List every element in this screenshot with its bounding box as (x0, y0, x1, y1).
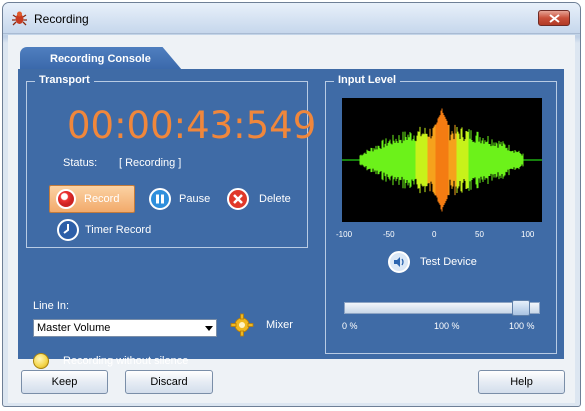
clock-icon (57, 219, 79, 241)
scale-label-2: 0 (432, 230, 437, 239)
mixer-button[interactable]: Mixer (230, 313, 300, 339)
timer-record-button[interactable]: Timer Record (57, 217, 167, 243)
status-value: [ Recording ] (119, 157, 182, 169)
client-area: Recording Console Transport 00:00:43:549… (8, 35, 575, 403)
test-device-button[interactable]: Test Device (388, 250, 498, 276)
scale-label-4: 100 (521, 230, 535, 239)
scale-label-0: -100 (336, 230, 353, 239)
chevron-down-icon (205, 326, 213, 331)
input-level-slider[interactable] (344, 300, 540, 316)
pause-label: Pause (179, 193, 211, 205)
silence-label: Recording without silence (63, 355, 189, 367)
slider-label-max: 100 % (509, 321, 535, 331)
pause-button[interactable]: Pause (147, 185, 217, 213)
tab-recording-console[interactable]: Recording Console (20, 47, 182, 70)
record-button[interactable]: Record (49, 185, 135, 213)
test-device-label: Test Device (420, 256, 477, 268)
close-button[interactable] (538, 10, 570, 26)
record-label: Record (84, 193, 120, 205)
elapsed-timer: 00:00:43:549 (67, 104, 317, 147)
scale-label-1: -50 (383, 230, 395, 239)
bug-icon (12, 11, 27, 26)
keep-button[interactable]: Keep (21, 370, 108, 394)
delete-label: Delete (259, 193, 291, 205)
slider-label-min: 0 % (342, 321, 358, 331)
mixer-label: Mixer (266, 319, 293, 331)
help-button[interactable]: Help (478, 370, 565, 394)
pause-icon (149, 188, 171, 210)
input-level-title: Input Level (334, 74, 401, 86)
line-in-label: Line In: (33, 300, 70, 312)
title-bar[interactable]: Recording (3, 3, 580, 34)
tab-label: Recording Console (50, 53, 151, 65)
delete-icon (227, 188, 249, 210)
recording-window: Recording Recording Console Transport 00… (2, 2, 581, 407)
scale-label-3: 50 (475, 230, 484, 239)
delete-button[interactable]: Delete (225, 185, 300, 213)
transport-title: Transport (35, 74, 94, 86)
console-panel: Transport 00:00:43:549 Status: [ Recordi… (18, 69, 564, 369)
line-in-select[interactable]: Master Volume (33, 319, 217, 337)
line-in-selected: Master Volume (37, 322, 111, 334)
record-icon (56, 189, 76, 209)
gear-icon (230, 313, 254, 337)
transport-group: Transport 00:00:43:549 Status: [ Recordi… (26, 74, 316, 248)
discard-button[interactable]: Discard (125, 370, 213, 394)
slider-thumb[interactable] (512, 300, 530, 316)
waveform-graphic (342, 108, 542, 212)
waveform-display (342, 98, 542, 222)
slider-label-mid: 100 % (434, 321, 460, 331)
status-label: Status: (63, 157, 98, 169)
close-icon (549, 14, 560, 23)
window-title: Recording (34, 12, 89, 26)
silence-indicator-icon (33, 353, 49, 369)
timer-record-label: Timer Record (85, 224, 152, 236)
speaker-icon (388, 251, 410, 273)
